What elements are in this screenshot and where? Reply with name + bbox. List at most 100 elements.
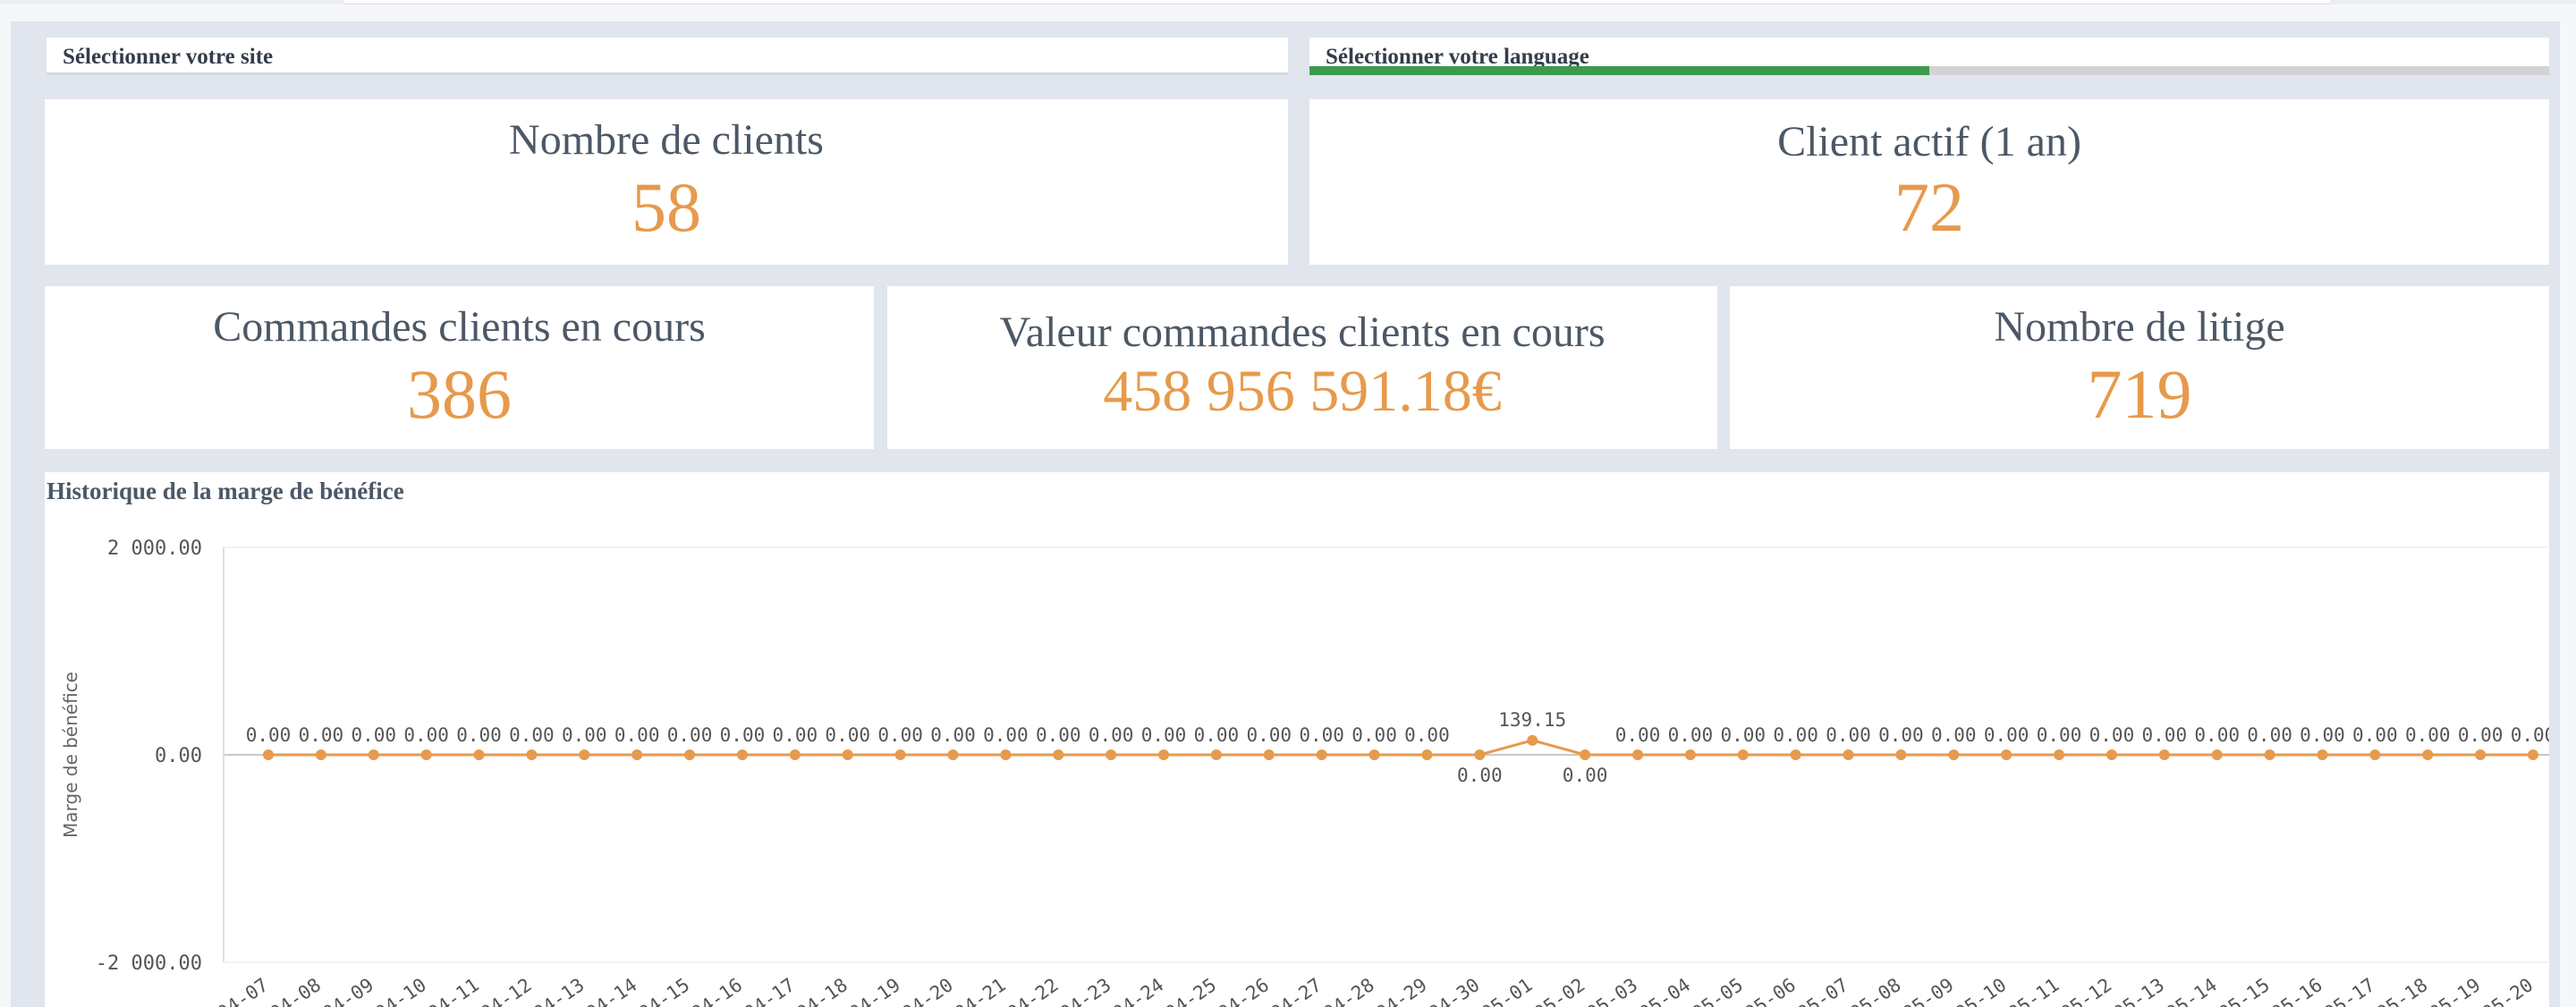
data-point	[631, 749, 643, 760]
data-label: 0.00	[1563, 765, 1608, 786]
dashboard: Sélectionner votre site Sélectionner vot…	[11, 21, 2560, 1007]
data-point	[2369, 749, 2381, 760]
y-tick-label: 2 000.00	[107, 537, 202, 560]
data-point	[1053, 749, 1064, 760]
nombre-litige-label: Nombre de litige	[1994, 303, 2285, 351]
data-point	[1474, 749, 1486, 760]
data-point	[894, 749, 906, 760]
data-label: 139.15	[1498, 709, 1566, 731]
data-label: 0.00	[1720, 724, 1766, 746]
data-point	[1790, 749, 1801, 760]
client-actif-value: 72	[1894, 168, 1964, 246]
data-point	[736, 749, 748, 760]
data-label: 0.00	[1036, 724, 1081, 746]
valeur-commandes-value: 458 956 591.18€	[1103, 359, 1502, 424]
commandes-en-cours-label: Commandes clients en cours	[213, 303, 706, 351]
data-point	[2158, 749, 2170, 760]
card-valeur-commandes: Valeur commandes clients en cours 458 95…	[887, 286, 1717, 449]
valeur-commandes-label: Valeur commandes clients en cours	[999, 309, 1606, 356]
data-point	[263, 749, 274, 760]
data-label: 0.00	[1826, 724, 1871, 746]
data-point	[526, 749, 538, 760]
data-point	[2001, 749, 2012, 760]
data-label: 0.00	[773, 724, 818, 746]
commandes-en-cours-value: 386	[407, 355, 512, 433]
data-label: 0.00	[1457, 765, 1503, 786]
data-point	[1158, 749, 1170, 760]
nombre-clients-value: 58	[631, 168, 701, 246]
data-point	[1580, 749, 1591, 760]
data-label: 0.00	[2194, 724, 2240, 746]
data-label: 0.00	[509, 724, 555, 746]
data-label: 0.00	[2089, 724, 2135, 746]
data-label: 0.00	[877, 724, 923, 746]
card-nombre-litige: Nombre de litige 719	[1730, 286, 2549, 449]
data-point	[1106, 749, 1117, 760]
data-point	[1895, 749, 1907, 760]
data-point	[1684, 749, 1696, 760]
data-label: 0.00	[2037, 724, 2082, 746]
data-label: 0.00	[2300, 724, 2345, 746]
data-point	[2528, 749, 2538, 760]
data-point	[1527, 734, 1538, 746]
data-point	[420, 749, 432, 760]
data-point	[1631, 749, 1643, 760]
data-label: 0.00	[614, 724, 660, 746]
data-label: 0.00	[351, 724, 396, 746]
nombre-litige-value: 719	[2087, 355, 2192, 433]
data-point	[368, 749, 379, 760]
nombre-clients-label: Nombre de clients	[509, 116, 824, 164]
data-point	[579, 749, 590, 760]
data-label: 0.00	[2142, 724, 2188, 746]
data-point	[2211, 749, 2223, 760]
data-point	[2475, 749, 2487, 760]
data-point	[2317, 749, 2328, 760]
site-selector[interactable]: Sélectionner votre site	[47, 38, 1288, 75]
data-label: 0.00	[1299, 724, 1344, 746]
data-point	[2422, 749, 2434, 760]
data-label: 0.00	[983, 724, 1029, 746]
card-client-actif: Client actif (1 an) 72	[1309, 99, 2549, 265]
data-label: 0.00	[2511, 724, 2549, 746]
data-point	[1421, 749, 1433, 760]
data-point	[1368, 749, 1380, 760]
data-label: 0.00	[1404, 724, 1450, 746]
profit-margin-line-chart: 2 000.00 0.00 -2 000.00 Marge de bénéfice 0.…	[60, 537, 2549, 1007]
language-progress-fill	[1309, 66, 1929, 75]
data-label: 0.00	[2352, 724, 2398, 746]
data-label: 0.00	[562, 724, 607, 746]
data-point	[842, 749, 853, 760]
data-point	[1843, 749, 1854, 760]
y-axis-title: Marge de bénéfice	[60, 672, 81, 838]
data-point	[1316, 749, 1327, 760]
data-point	[473, 749, 485, 760]
top-tab-strip	[0, 0, 2576, 4]
client-actif-label: Client actif (1 an)	[1777, 118, 2081, 165]
data-label: 0.00	[1773, 724, 1818, 746]
data-point	[1263, 749, 1275, 760]
data-label: 0.00	[1878, 724, 1924, 746]
data-point	[947, 749, 959, 760]
active-tab[interactable]	[344, 0, 2330, 4]
chart-panel: Historique de la marge de bénéfice 2 000…	[45, 472, 2549, 1007]
data-label: 0.00	[930, 724, 976, 746]
data-point	[789, 749, 801, 760]
data-point	[684, 749, 696, 760]
data-label: 0.00	[2458, 724, 2504, 746]
data-point	[1948, 749, 1960, 760]
x-tick-label: 21-04-07	[186, 974, 273, 1007]
data-label: 0.00	[720, 724, 766, 746]
y-tick-label: -2 000.00	[96, 952, 202, 975]
language-selector[interactable]: Sélectionner votre language	[1309, 38, 2549, 75]
y-tick-label: 0.00	[155, 745, 202, 767]
series-line	[268, 739, 2533, 757]
data-point	[2054, 749, 2065, 760]
data-label: 0.00	[1984, 724, 2029, 746]
data-point	[1210, 749, 1222, 760]
site-selector-underline	[47, 72, 1288, 75]
data-point	[2264, 749, 2275, 760]
data-label: 0.00	[2405, 724, 2451, 746]
data-label: 0.00	[299, 724, 344, 746]
data-label: 0.00	[1194, 724, 1240, 746]
card-nombre-clients: Nombre de clients 58	[45, 99, 1288, 265]
